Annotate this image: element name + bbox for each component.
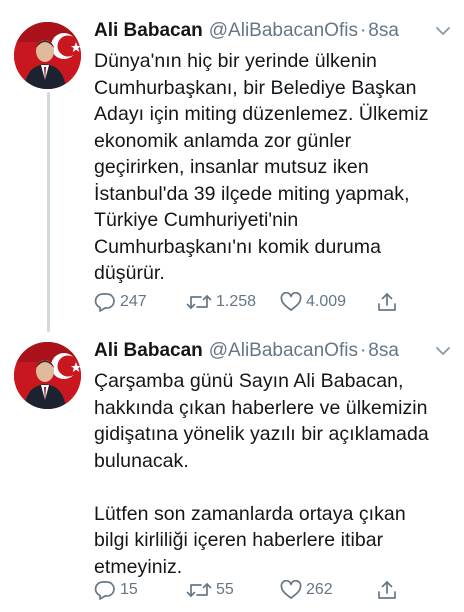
separator: · (359, 340, 367, 361)
retweet-button[interactable]: 55 (186, 578, 234, 602)
author-name[interactable]: Ali Babacan (94, 20, 203, 42)
share-button[interactable] (376, 578, 402, 602)
chevron-down-icon[interactable] (436, 346, 450, 356)
like-button[interactable]: 262 (280, 578, 333, 602)
chevron-down-icon[interactable] (436, 26, 450, 36)
timestamp[interactable]: 8sa (368, 340, 399, 362)
like-button[interactable]: 4.009 (280, 290, 346, 314)
action-bar: 15 55 262 (94, 578, 456, 602)
heart-icon (280, 292, 302, 311)
tweet-text: Dünya'nın hiç bir yerinde ülkenin Cumhur… (94, 50, 429, 284)
retweet-button[interactable]: 1.258 (186, 290, 256, 314)
like-count: 262 (306, 581, 333, 598)
action-bar: 247 1.258 4.009 (94, 290, 456, 314)
share-icon (378, 581, 396, 599)
reply-button[interactable]: 15 (94, 578, 138, 602)
share-icon (378, 293, 396, 311)
retweet-count: 1.258 (216, 293, 257, 310)
retweet-icon (186, 295, 212, 309)
avatar[interactable] (14, 342, 81, 409)
reply-count: 15 (120, 581, 138, 598)
retweet-count: 55 (216, 581, 234, 598)
like-count: 4.009 (306, 293, 347, 310)
avatar[interactable] (14, 22, 81, 89)
retweet-icon (186, 583, 212, 597)
reply-button[interactable]: 247 (94, 290, 147, 314)
author-handle[interactable]: @AliBabacanOfis (209, 20, 358, 42)
thread-connector-line (47, 92, 50, 332)
author-handle[interactable]: @AliBabacanOfis (209, 340, 358, 362)
heart-icon (280, 580, 302, 599)
share-button[interactable] (376, 290, 402, 314)
reply-icon (94, 581, 115, 600)
separator: · (359, 20, 367, 41)
reply-count: 247 (120, 293, 147, 310)
author-name[interactable]: Ali Babacan (94, 340, 203, 362)
reply-icon (94, 293, 115, 312)
timestamp[interactable]: 8sa (368, 20, 399, 42)
tweet-text: Çarşamba günü Sayın Ali Babacan, hakkınd… (94, 370, 429, 578)
